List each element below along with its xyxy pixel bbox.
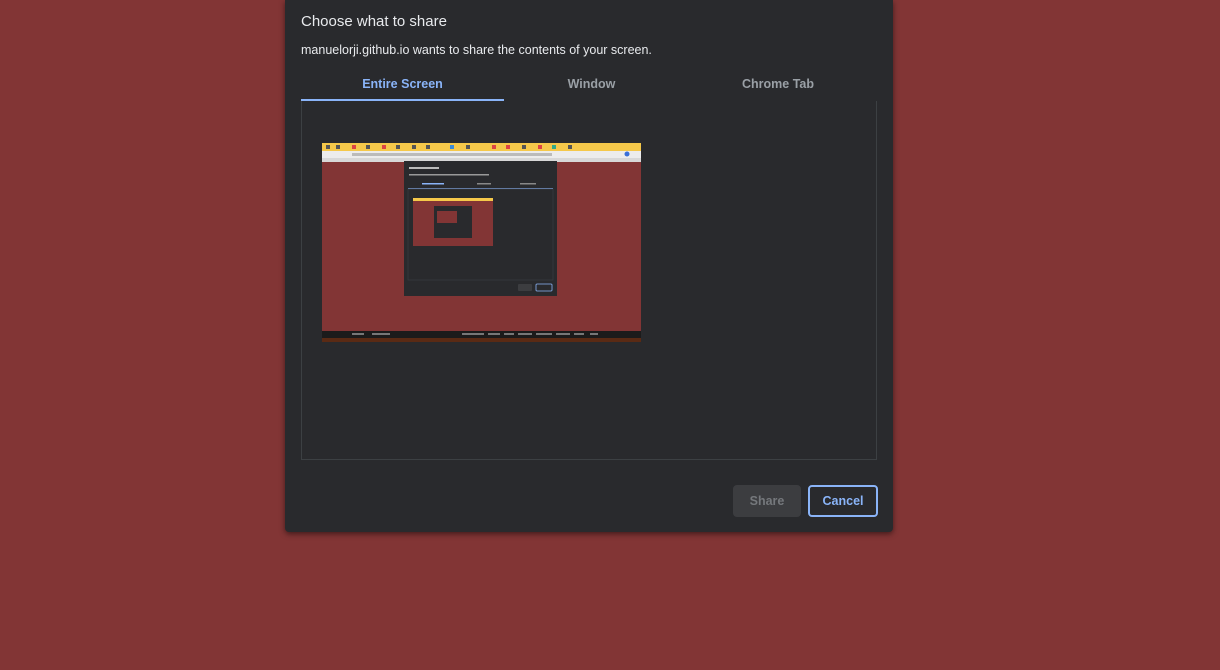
cancel-button[interactable]: Cancel xyxy=(808,485,878,517)
tab-bar: Entire Screen Window Chrome Tab xyxy=(301,70,877,102)
tab-chrome-tab[interactable]: Chrome Tab xyxy=(679,70,877,100)
dialog-subtitle: manuelorji.github.io wants to share the … xyxy=(301,43,652,57)
share-button[interactable]: Share xyxy=(733,485,801,517)
share-dialog: Choose what to share manuelorji.github.i… xyxy=(285,0,893,532)
tab-window[interactable]: Window xyxy=(504,70,679,100)
screen-thumbnail[interactable] xyxy=(322,143,641,342)
tab-entire-screen[interactable]: Entire Screen xyxy=(301,70,504,101)
dialog-title: Choose what to share xyxy=(301,13,447,30)
screen-preview-image xyxy=(322,143,641,342)
source-list-panel xyxy=(301,101,877,460)
